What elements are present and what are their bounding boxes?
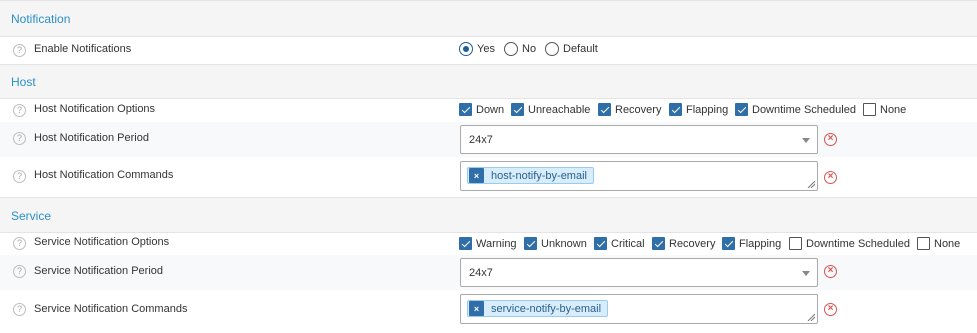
host-notification-period-label: Host Notification Period [34,132,149,144]
clear-icon[interactable]: × [824,171,837,184]
section-header-notification: Notification [0,0,977,37]
help-icon[interactable]: ? [13,132,26,145]
service-notification-commands-label: Service Notification Commands [34,303,188,315]
help-icon[interactable]: ? [13,104,26,117]
host-recovery-checkbox[interactable] [598,103,611,116]
row-host-notification-period: ? Host Notification Period 24x7 × [0,122,977,157]
row-host-notification-commands: ? Host Notification Commands × host-noti… [0,157,977,197]
service-unknown-checkbox[interactable] [524,237,537,250]
clear-icon[interactable]: × [824,303,837,316]
host-unreachable-label: Unreachable [528,103,591,116]
service-option-unknown[interactable]: Unknown [524,237,587,250]
enable-notifications-label: Enable Notifications [34,43,132,55]
host-command-tag[interactable]: × host-notify-by-email [467,167,594,184]
host-notification-commands-label: Host Notification Commands [34,169,174,181]
radio-no-label: No [522,43,537,55]
host-notification-options-label: Host Notification Options [34,103,156,115]
host-option-unreachable[interactable]: Unreachable [511,103,590,116]
service-notification-period-select[interactable]: 24x7 [460,258,818,287]
host-downtime-scheduled-label: Downtime Scheduled [752,103,856,116]
service-none-label: None [934,237,961,250]
tag-remove-icon[interactable]: × [469,168,484,183]
service-recovery-checkbox[interactable] [652,237,665,250]
host-option-downtime-scheduled[interactable]: Downtime Scheduled [735,103,856,116]
section-header-host: Host [0,64,977,99]
tag-remove-icon[interactable]: × [469,301,484,316]
service-period-value: 24x7 [469,267,493,279]
help-icon[interactable]: ? [13,170,26,183]
chevron-down-icon[interactable] [802,271,810,276]
host-period-value: 24x7 [469,134,493,146]
service-critical-checkbox[interactable] [594,237,607,250]
radio-no[interactable]: No [504,42,536,56]
host-option-recovery[interactable]: Recovery [598,103,661,116]
service-option-downtime-scheduled[interactable]: Downtime Scheduled [789,237,910,250]
host-down-label: Down [476,103,505,116]
service-warning-label: Warning [476,237,517,250]
host-flapping-label: Flapping [686,103,729,116]
radio-default-circle[interactable] [545,42,559,56]
service-none-checkbox[interactable] [917,237,930,250]
help-icon[interactable]: ? [13,303,26,316]
service-critical-label: Critical [611,237,645,250]
clear-icon[interactable]: × [824,265,837,278]
clear-icon[interactable]: × [824,133,837,146]
radio-default-label: Default [563,43,598,55]
row-enable-notifications: ? Enable Notifications Yes No Default [0,37,977,64]
service-unknown-label: Unknown [541,237,587,250]
host-flapping-checkbox[interactable] [669,103,682,116]
service-warning-checkbox[interactable] [459,237,472,250]
resize-grip-icon[interactable] [807,180,815,188]
radio-yes-label: Yes [477,43,495,55]
service-command-tag[interactable]: × service-notify-by-email [467,300,609,317]
host-notification-commands-input[interactable]: × host-notify-by-email [460,161,818,191]
radio-no-circle[interactable] [504,42,518,56]
host-none-label: None [880,103,907,116]
service-notification-period-label: Service Notification Period [34,265,164,277]
service-downtime-scheduled-label: Downtime Scheduled [806,237,910,250]
host-down-checkbox[interactable] [459,103,472,116]
host-none-checkbox[interactable] [863,103,876,116]
row-host-notification-options: ? Host Notification Options Down Unreach… [0,99,977,122]
help-icon[interactable]: ? [13,44,26,57]
service-command-tag-label: service-notify-by-email [491,302,602,315]
service-notification-options-label: Service Notification Options [34,236,170,248]
service-flapping-label: Flapping [739,237,782,250]
help-icon[interactable]: ? [13,265,26,278]
row-service-notification-commands: ? Service Notification Commands × servic… [0,290,977,333]
service-option-critical[interactable]: Critical [594,237,645,250]
host-option-none[interactable]: None [863,103,906,116]
host-unreachable-checkbox[interactable] [511,103,524,116]
radio-default[interactable]: Default [545,42,598,56]
chevron-down-icon[interactable] [802,138,810,143]
host-downtime-scheduled-checkbox[interactable] [735,103,748,116]
section-title-notification: Notification [11,12,71,26]
host-option-flapping[interactable]: Flapping [669,103,728,116]
service-recovery-label: Recovery [669,237,716,250]
host-notification-period-select[interactable]: 24x7 [460,125,818,154]
host-recovery-label: Recovery [615,103,662,116]
service-downtime-scheduled-checkbox[interactable] [789,237,802,250]
service-option-flapping[interactable]: Flapping [722,237,781,250]
section-title-service: Service [11,209,52,223]
radio-yes-circle[interactable] [459,42,473,56]
service-option-recovery[interactable]: Recovery [652,237,715,250]
help-icon[interactable]: ? [13,237,26,250]
section-header-service: Service [0,197,977,233]
radio-yes[interactable]: Yes [459,42,495,56]
section-title-host: Host [11,75,36,89]
row-service-notification-period: ? Service Notification Period 24x7 × [0,255,977,290]
resize-grip-icon[interactable] [807,313,815,321]
row-service-notification-options: ? Service Notification Options Warning U… [0,233,977,255]
service-option-warning[interactable]: Warning [459,237,517,250]
service-flapping-checkbox[interactable] [722,237,735,250]
service-option-none[interactable]: None [917,237,960,250]
host-command-tag-label: host-notify-by-email [491,169,587,182]
host-option-down[interactable]: Down [459,103,504,116]
service-notification-commands-input[interactable]: × service-notify-by-email [460,294,818,324]
